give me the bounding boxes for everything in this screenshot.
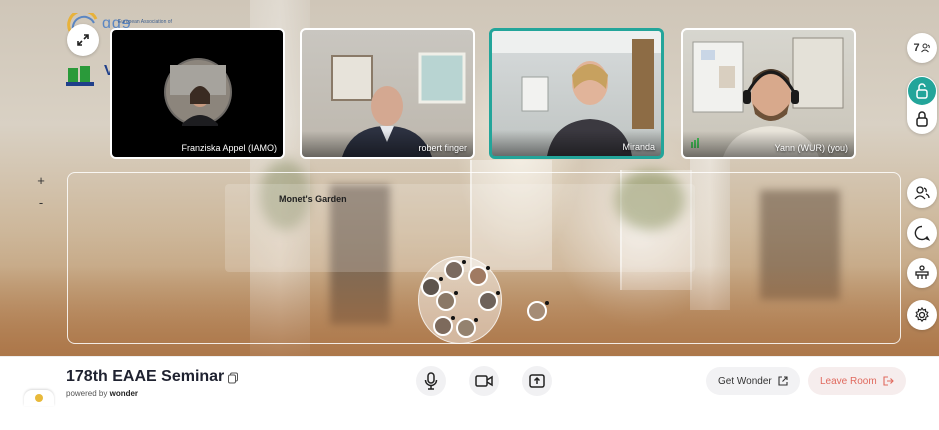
microphone-button[interactable] <box>416 366 446 396</box>
participant-name: Franziska Appel (IAMO) <box>181 143 277 153</box>
megaphone-person-icon <box>915 265 929 279</box>
camera-button[interactable] <box>469 366 499 396</box>
broadcast-button[interactable] <box>907 258 937 288</box>
copy-link-icon[interactable] <box>227 372 239 384</box>
screen-share-button[interactable] <box>522 366 552 396</box>
user-avatar[interactable] <box>433 316 455 336</box>
get-wonder-label: Get Wonder <box>718 375 772 387</box>
settings-button[interactable] <box>907 300 937 330</box>
video-tile-miranda[interactable]: Miranda <box>489 28 664 159</box>
powered-by-brand: wonder <box>109 389 139 398</box>
video-tile-robert[interactable]: robert finger <box>300 28 475 159</box>
gear-icon <box>915 307 929 323</box>
space-label: Monet's Garden <box>279 194 347 204</box>
get-wonder-button[interactable]: Get Wonder <box>706 367 800 395</box>
participant-name: robert finger <box>418 143 467 153</box>
user-avatar[interactable] <box>436 291 458 311</box>
external-link-icon <box>778 376 788 386</box>
leave-room-label: Leave Room <box>820 375 877 387</box>
lock-toggle-group <box>907 76 937 134</box>
unlock-button[interactable] <box>908 77 936 105</box>
video-tile-franziska[interactable]: Franziska Appel (IAMO) <box>110 28 285 159</box>
chat-bubble-icon <box>914 225 930 241</box>
screen-share-icon <box>529 374 545 388</box>
video-tile-yann[interactable]: Yann (WUR) (you) <box>681 28 856 159</box>
expand-icon <box>77 34 89 46</box>
fullscreen-button[interactable] <box>67 24 99 56</box>
participant-name: Miranda <box>622 142 655 152</box>
user-avatar[interactable] <box>444 260 466 280</box>
wur-logo <box>66 66 94 86</box>
video-camera-icon <box>475 375 493 387</box>
zoom-controls: + - <box>31 170 51 216</box>
leave-room-button[interactable]: Leave Room <box>808 367 906 395</box>
powered-by-prefix: powered by <box>66 389 108 398</box>
zoom-in-button[interactable]: + <box>31 170 51 192</box>
exit-icon <box>883 376 894 386</box>
room-title: 178th EAAE Seminar <box>66 368 225 385</box>
participants-count: 7 <box>913 42 920 54</box>
microphone-icon <box>424 372 438 390</box>
user-avatar[interactable] <box>468 266 490 286</box>
user-avatar[interactable] <box>456 318 478 338</box>
chat-button[interactable] <box>907 218 937 248</box>
unlock-icon <box>916 83 928 99</box>
lock-icon <box>916 111 928 127</box>
participant-name: Yann (WUR) (you) <box>774 143 848 153</box>
people-panel-button[interactable] <box>907 178 937 208</box>
people-icon <box>920 43 930 53</box>
participants-count-button[interactable]: 7 <box>907 33 937 63</box>
user-avatar[interactable] <box>478 291 500 311</box>
zoom-out-button[interactable]: - <box>31 192 51 214</box>
my-avatar-chip[interactable] <box>24 390 54 406</box>
eaae-logo-subtext: European Association of <box>118 19 172 25</box>
people-group-icon <box>914 186 930 200</box>
user-avatar-self[interactable] <box>527 301 549 321</box>
lock-button[interactable] <box>908 105 936 133</box>
powered-by-text: powered by wonder <box>66 389 138 398</box>
